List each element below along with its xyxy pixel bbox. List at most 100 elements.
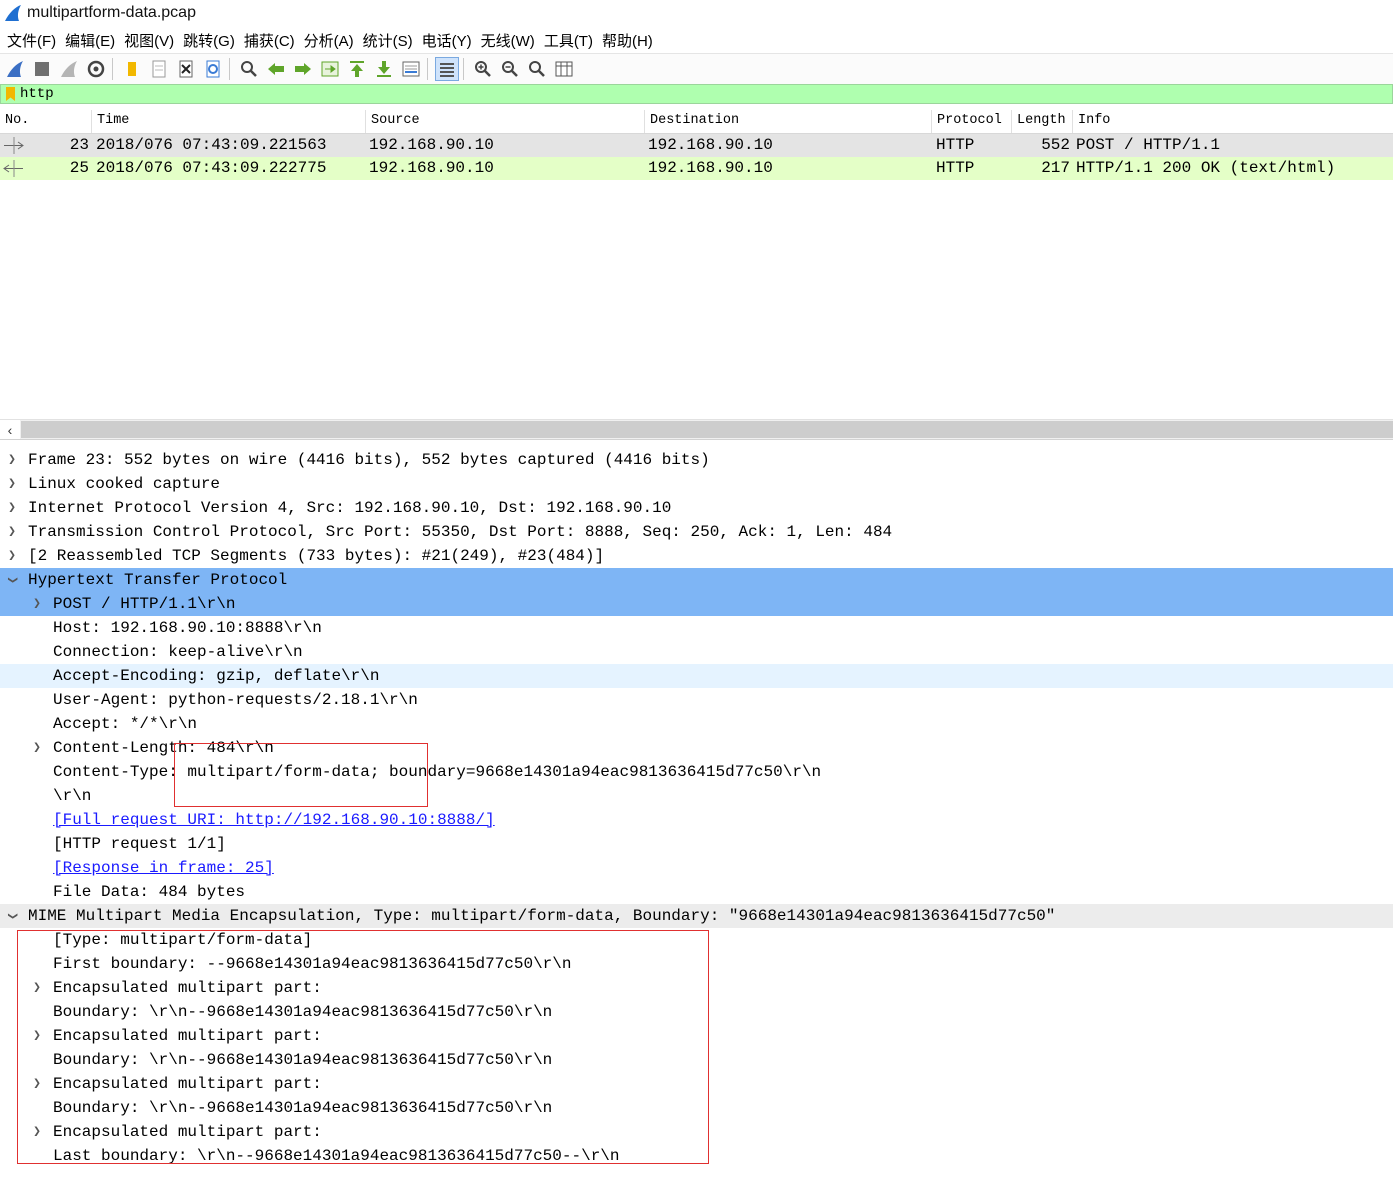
menu-analyze[interactable]: 分析(A): [304, 30, 354, 51]
resize-columns-icon: [555, 61, 573, 77]
column-header-source[interactable]: Source: [366, 110, 645, 133]
packet-row[interactable]: 23 2018/076 07:43:09.221563 192.168.90.1…: [0, 134, 1393, 157]
packet-protocol: HTTP: [936, 136, 975, 154]
window-title: multipartform-data.pcap: [27, 4, 196, 21]
annotation-box-content-type: [174, 743, 428, 807]
column-header-protocol[interactable]: Protocol: [932, 110, 1012, 133]
start-capture-button[interactable]: [3, 57, 27, 81]
auto-scroll-button[interactable]: [399, 57, 423, 81]
toolbar-separator: [427, 58, 428, 80]
find-packet-button[interactable]: [237, 57, 261, 81]
tree-item-full-request-uri[interactable]: [Full request URI: http://192.168.90.10:…: [0, 808, 1393, 832]
close-file-button[interactable]: [174, 57, 198, 81]
menu-help[interactable]: 帮助(H): [602, 30, 653, 51]
menu-telephony[interactable]: 电话(Y): [422, 30, 472, 51]
column-header-time[interactable]: Time: [92, 110, 366, 133]
column-header-destination[interactable]: Destination: [645, 110, 932, 133]
packet-length: 217: [1041, 159, 1070, 177]
response-frame-link[interactable]: [Response in frame: 25]: [53, 856, 274, 880]
tree-item-linux-cooked[interactable]: ❯ Linux cooked capture: [0, 472, 1393, 496]
tree-item-label: User-Agent: python-requests/2.18.1\r\n: [53, 691, 418, 709]
request-arrow-icon: [4, 137, 24, 154]
close-file-icon: [179, 60, 193, 78]
packet-time: 2018/076 07:43:09.222775: [96, 159, 327, 177]
packet-destination: 192.168.90.10: [648, 136, 773, 154]
zoom-in-button[interactable]: [471, 57, 495, 81]
menu-view[interactable]: 视图(V): [124, 30, 174, 51]
full-request-uri-link[interactable]: [Full request URI: http://192.168.90.10:…: [53, 808, 495, 832]
tree-item-host[interactable]: Host: 192.168.90.10:8888\r\n: [0, 616, 1393, 640]
packet-list-hscrollbar[interactable]: ‹: [0, 419, 1393, 440]
column-header-no[interactable]: No.: [0, 110, 92, 133]
scroll-left-arrow-icon[interactable]: ‹: [0, 420, 20, 439]
tree-item-request-line[interactable]: ❯ POST / HTTP/1.1\r\n: [0, 592, 1393, 616]
expand-arrow-icon[interactable]: ❯: [6, 520, 18, 544]
go-to-packet-button[interactable]: [318, 57, 342, 81]
tree-item-file-data[interactable]: File Data: 484 bytes: [0, 880, 1393, 904]
tree-item-accept-encoding[interactable]: Accept-Encoding: gzip, deflate\r\n: [0, 664, 1393, 688]
tree-item-accept[interactable]: Accept: */*\r\n: [0, 712, 1393, 736]
zoom-reset-icon: [529, 61, 545, 77]
packet-info: POST / HTTP/1.1: [1076, 136, 1221, 154]
restart-capture-button[interactable]: [57, 57, 81, 81]
arrow-right-icon: [295, 63, 311, 75]
menu-capture[interactable]: 捕获(C): [244, 30, 295, 51]
tree-item-label: File Data: 484 bytes: [53, 883, 246, 901]
display-filter-bar: [0, 84, 1393, 104]
tree-item-tcp[interactable]: ❯ Transmission Control Protocol, Src Por…: [0, 520, 1393, 544]
expand-arrow-icon[interactable]: ❯: [31, 736, 43, 760]
tree-item-ipv4[interactable]: ❯ Internet Protocol Version 4, Src: 192.…: [0, 496, 1393, 520]
filter-bookmark-icon[interactable]: [6, 87, 15, 101]
tree-item-label: Linux cooked capture: [28, 475, 221, 493]
zoom-out-button[interactable]: [498, 57, 522, 81]
capture-options-button[interactable]: [84, 57, 108, 81]
packet-info: HTTP/1.1 200 OK (text/html): [1076, 159, 1336, 177]
main-toolbar: [0, 53, 1393, 85]
menu-wireless[interactable]: 无线(W): [481, 30, 535, 51]
menu-tools[interactable]: 工具(T): [544, 30, 593, 51]
packet-no: 25: [69, 159, 89, 177]
tree-item-reassembled[interactable]: ❯ [2 Reassembled TCP Segments (733 bytes…: [0, 544, 1393, 568]
column-header-length[interactable]: Length: [1012, 110, 1073, 133]
tree-item-http-request-count[interactable]: [HTTP request 1/1]: [0, 832, 1393, 856]
folder-icon: [128, 62, 136, 76]
save-file-button[interactable]: [147, 57, 171, 81]
go-back-button[interactable]: [264, 57, 288, 81]
display-filter-input[interactable]: [20, 86, 1320, 102]
stop-capture-button[interactable]: [30, 57, 54, 81]
tree-item-label: [HTTP request 1/1]: [53, 835, 226, 853]
packet-row[interactable]: 25 2018/076 07:43:09.222775 192.168.90.1…: [0, 157, 1393, 180]
go-forward-button[interactable]: [291, 57, 315, 81]
reload-file-button[interactable]: [201, 57, 225, 81]
tree-item-user-agent[interactable]: User-Agent: python-requests/2.18.1\r\n: [0, 688, 1393, 712]
menu-edit[interactable]: 编辑(E): [65, 30, 115, 51]
scrollbar-thumb[interactable]: [21, 421, 1393, 438]
packet-no: 23: [69, 136, 89, 154]
tree-item-connection[interactable]: Connection: keep-alive\r\n: [0, 640, 1393, 664]
first-packet-button[interactable]: [345, 57, 369, 81]
tree-item-http[interactable]: ❯ Hypertext Transfer Protocol: [0, 568, 1393, 592]
menu-go[interactable]: 跳转(G): [183, 30, 235, 51]
tree-item-mime-multipart[interactable]: ❯ MIME Multipart Media Encapsulation, Ty…: [0, 904, 1393, 928]
collapse-arrow-icon[interactable]: ❯: [0, 574, 24, 586]
collapse-arrow-icon[interactable]: ❯: [0, 910, 24, 922]
tree-item-label: Connection: keep-alive\r\n: [53, 643, 303, 661]
column-header-info[interactable]: Info: [1073, 110, 1393, 133]
menu-statistics[interactable]: 统计(S): [363, 30, 413, 51]
expand-arrow-icon[interactable]: ❯: [6, 496, 18, 520]
open-file-button[interactable]: [120, 57, 144, 81]
tree-item-frame[interactable]: ❯ Frame 23: 552 bytes on wire (4416 bits…: [0, 448, 1393, 472]
packet-length: 552: [1041, 136, 1070, 154]
expand-arrow-icon[interactable]: ❯: [31, 592, 43, 616]
menu-file[interactable]: 文件(F): [7, 30, 56, 51]
colorize-list-icon: [440, 63, 454, 77]
last-packet-button[interactable]: [372, 57, 396, 81]
normal-size-button[interactable]: [525, 57, 549, 81]
expand-arrow-icon[interactable]: ❯: [6, 544, 18, 568]
tree-item-response-in-frame[interactable]: [Response in frame: 25]: [0, 856, 1393, 880]
tree-item-label: \r\n: [53, 787, 92, 805]
resize-columns-button[interactable]: [552, 57, 576, 81]
expand-arrow-icon[interactable]: ❯: [6, 448, 18, 472]
colorize-button[interactable]: [435, 57, 459, 81]
expand-arrow-icon[interactable]: ❯: [6, 472, 18, 496]
